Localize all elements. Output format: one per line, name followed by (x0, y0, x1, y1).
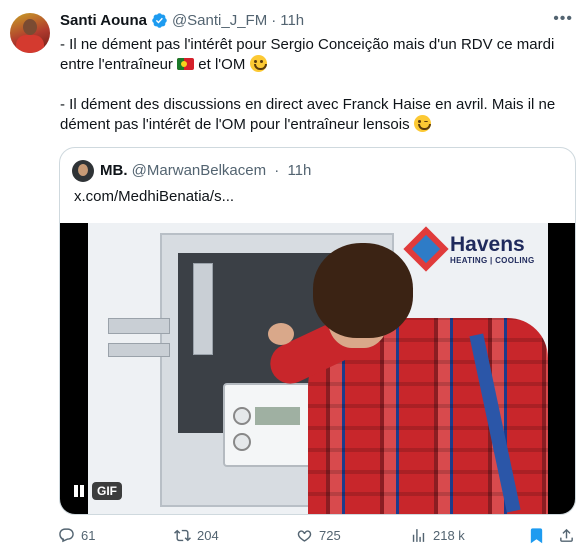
ad-brand: Havens (450, 232, 525, 256)
tweet-line1-part2: et l'OM (198, 56, 246, 73)
quote-media-gif[interactable]: Havens HEATING | COOLING GIF (60, 223, 575, 514)
quote-author-name[interactable]: MB. (100, 162, 128, 179)
author-name[interactable]: Santi Aouna (60, 12, 147, 29)
like-icon (297, 530, 312, 542)
views-button[interactable]: 218 k (410, 527, 465, 544)
tweet-line1-part1: - Il ne dément pas l'intérêt pour Sergio… (60, 36, 555, 73)
pipe (193, 263, 213, 355)
reply-button[interactable]: 61 (58, 527, 95, 544)
pipe (108, 318, 170, 334)
bookmark-button[interactable] (528, 527, 545, 544)
action-bar: 61 204 725 218 k (58, 527, 578, 547)
quoted-tweet[interactable]: MB. @MarwanBelkacem · 11h x.com/MedhiBen… (59, 147, 576, 515)
slightly-smiling-face-icon (249, 55, 267, 72)
pipe (108, 343, 170, 357)
views-count: 218 k (433, 528, 465, 543)
havens-logo-mark (403, 226, 449, 272)
pause-icon[interactable] (72, 484, 86, 498)
worker-hair (313, 243, 413, 338)
bookmark-icon (530, 528, 543, 544)
more-icon[interactable]: ••• (553, 10, 573, 28)
quote-author-avatar[interactable] (72, 160, 94, 182)
ad-tagline: HEATING | COOLING (450, 255, 535, 265)
author-handle[interactable]: @Santi_J_FM (172, 12, 267, 29)
share-button[interactable] (558, 527, 575, 544)
tweet-line2: - Il dément des discussions en direct av… (60, 96, 556, 133)
gif-controls: GIF (72, 482, 122, 500)
verified-badge-icon (152, 13, 167, 28)
havens-logo: Havens HEATING | COOLING (403, 226, 535, 272)
tweet-timestamp[interactable]: 11h (280, 12, 304, 29)
like-count: 725 (319, 528, 341, 543)
quote-separator-dot: · (274, 162, 280, 179)
reply-count: 61 (81, 528, 96, 543)
gif-badge: GIF (92, 482, 122, 500)
quote-header: MB. @MarwanBelkacem · 11h (100, 162, 311, 179)
separator-dot: · (271, 12, 277, 29)
share-icon (560, 528, 573, 542)
repost-button[interactable]: 204 (174, 527, 219, 544)
tweet-header: Santi Aouna @Santi_J_FM · 11h (60, 12, 304, 29)
repost-count: 204 (197, 528, 219, 543)
worker-hand (268, 323, 294, 345)
quote-author-handle[interactable]: @MarwanBelkacem (132, 162, 266, 179)
views-icon (412, 529, 425, 542)
tweet-text: - Il ne dément pas l'intérêt pour Sergio… (60, 35, 570, 135)
tweet-paragraph-2: - Il dément des discussions en direct av… (60, 95, 570, 135)
quote-timestamp: 11h (287, 162, 312, 179)
tweet-paragraph-1: - Il ne dément pas l'intérêt pour Sergio… (60, 35, 570, 75)
repost-icon (174, 529, 191, 542)
gif-image: Havens HEATING | COOLING (88, 223, 548, 514)
reply-icon (59, 528, 74, 543)
winking-face-icon (413, 115, 431, 132)
portugal-flag-icon (177, 58, 195, 70)
author-avatar[interactable] (10, 13, 50, 53)
like-button[interactable]: 725 (296, 527, 341, 544)
quote-link[interactable]: x.com/MedhiBenatia/s... (74, 188, 234, 205)
